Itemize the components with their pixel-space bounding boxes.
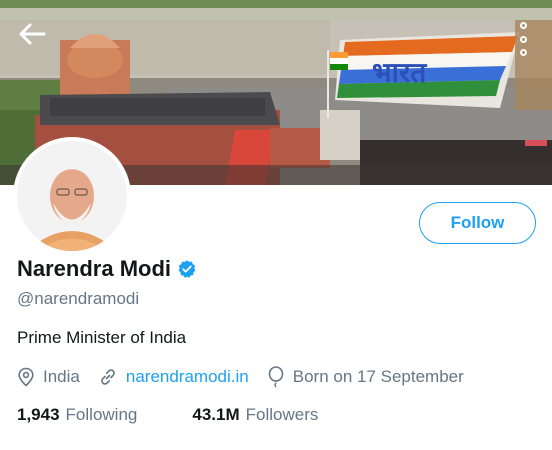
more-options-button[interactable] xyxy=(516,22,530,56)
meta-birthday: Born on 17 September xyxy=(267,366,464,388)
profile-name: Narendra Modi xyxy=(17,256,172,281)
location-pin-icon xyxy=(18,367,34,387)
meta-location: India xyxy=(17,367,80,387)
profile-bio: Prime Minister of India xyxy=(17,328,187,347)
profile-avatar[interactable] xyxy=(13,137,131,255)
link-icon xyxy=(101,369,115,385)
avatar-image xyxy=(17,141,127,251)
profile-stats: 1,943 Following 43.1M Followers xyxy=(17,405,373,425)
arrow-left-icon xyxy=(19,23,46,45)
following-stat[interactable]: 1,943 Following xyxy=(17,405,137,425)
followers-label: Followers xyxy=(245,405,319,424)
profile-name-row: Narendra Modi xyxy=(17,256,197,282)
following-label: Following xyxy=(65,405,138,424)
location-text: India xyxy=(43,367,80,386)
birthday-text: Born on 17 September xyxy=(292,367,464,386)
followers-count: 43.1M xyxy=(192,405,240,424)
verified-badge-icon xyxy=(178,260,196,278)
balloon-icon xyxy=(268,366,284,388)
meta-website[interactable]: narendramodi.in xyxy=(98,367,249,387)
website-link[interactable]: narendramodi.in xyxy=(126,367,249,387)
back-button[interactable] xyxy=(18,22,54,58)
banner-flag-text: भारत xyxy=(372,56,427,89)
follow-button[interactable]: Follow xyxy=(419,202,536,244)
more-vertical-icon xyxy=(519,22,527,29)
profile-handle: @narendramodi xyxy=(17,289,140,308)
followers-stat[interactable]: 43.1M Followers xyxy=(192,405,318,425)
following-count: 1,943 xyxy=(17,405,60,424)
profile-meta: India narendramodi.in Born on 17 Septemb… xyxy=(17,366,482,388)
